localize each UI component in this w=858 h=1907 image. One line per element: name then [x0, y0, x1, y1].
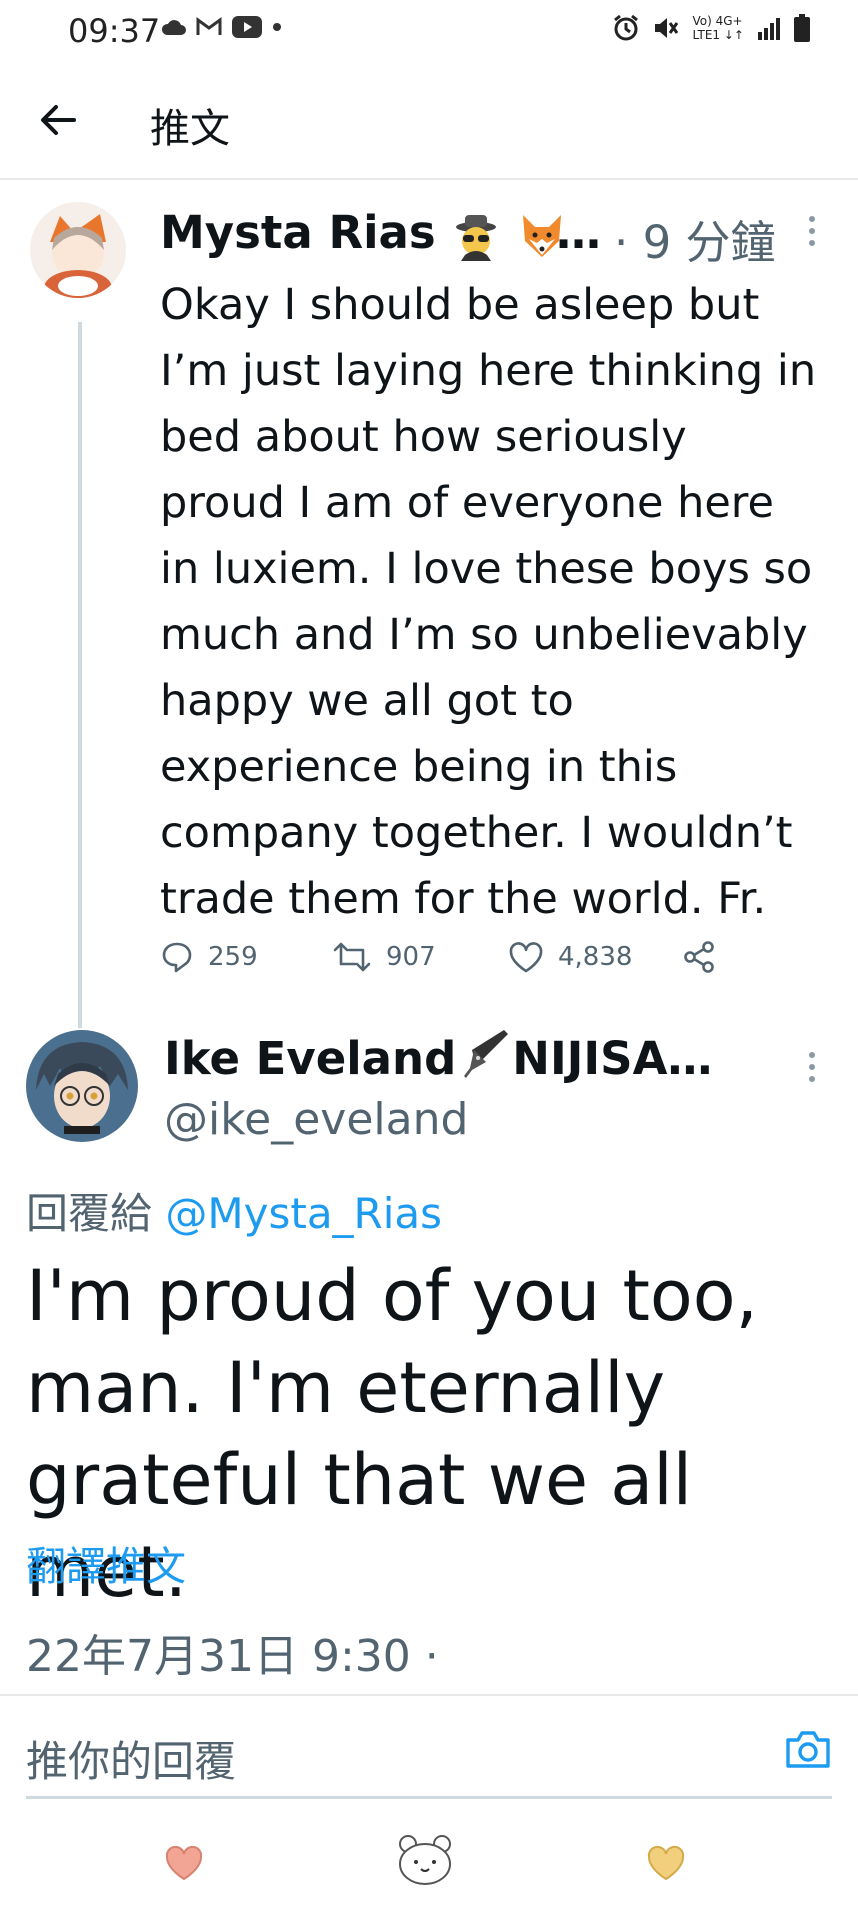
- mute-icon: [655, 18, 679, 38]
- thread-line: [78, 322, 82, 1028]
- retweet-count: 907: [386, 942, 436, 972]
- avatar-mysta[interactable]: [30, 202, 126, 298]
- top-app-bar: 推文: [0, 66, 858, 180]
- tweet-line: in luxiem. I love these boys so: [160, 544, 813, 594]
- avatar-ike[interactable]: [26, 1030, 138, 1142]
- arrow-left-icon: [41, 105, 76, 135]
- notification-icons: [160, 16, 282, 38]
- bottom-emoji-bar: [0, 1820, 858, 1907]
- author-handle[interactable]: @ike_eveland: [164, 1094, 468, 1145]
- retweet-button[interactable]: 907: [332, 940, 436, 974]
- gmail-icon: [196, 17, 222, 35]
- tweet-line: proud I am of everyone here: [160, 478, 774, 528]
- signal-icon: [758, 18, 780, 40]
- yellow-heart-icon: [647, 1845, 685, 1881]
- tweet-line: I’m just laying here thinking in: [160, 346, 817, 396]
- camera-icon: [786, 1731, 830, 1768]
- author-name[interactable]: Mysta Rias: [160, 206, 567, 261]
- like-button[interactable]: 4,838: [508, 940, 632, 974]
- detective-emoji-icon: [456, 215, 497, 261]
- status-bar: 09:37 Vo) 4G+ LTE1 ↓↑: [0, 0, 858, 66]
- tweet-line: happy we all got to: [160, 676, 574, 726]
- bear-face-icon: [399, 1835, 451, 1885]
- replying-to: 回覆給 @Mysta_Rias: [26, 1189, 443, 1238]
- divider: [0, 1694, 858, 1696]
- cloud-icon: [161, 20, 186, 35]
- more-vertical-icon: [809, 216, 815, 246]
- fountain-pen-icon: [464, 1030, 509, 1078]
- name-ellipsis: …: [556, 206, 601, 259]
- reply-button[interactable]: 259: [160, 940, 258, 974]
- alarm-icon: [614, 14, 639, 41]
- like-count: 4,838: [558, 942, 633, 972]
- youtube-icon: [232, 16, 262, 38]
- tweet-line: experience being in this: [160, 742, 678, 792]
- tweet-line: man. I'm eternally: [26, 1347, 665, 1429]
- heart-outline-icon: [509, 942, 543, 973]
- tweet-datetime: 22年7月31日 9:30 ·: [26, 1631, 439, 1682]
- tweet-line: company together. I wouldn’t: [160, 808, 793, 858]
- mention-link[interactable]: @Mysta_Rias: [165, 1189, 442, 1238]
- tweet-line: I'm proud of you too,: [26, 1255, 758, 1337]
- tweet-line: much and I’m so unbelievably: [160, 610, 808, 660]
- battery-icon: [794, 14, 810, 42]
- pink-heart-icon: [165, 1845, 203, 1881]
- tweet-text: Okay I should be asleep but I’m just lay…: [160, 272, 840, 932]
- more-options-button[interactable]: [806, 214, 818, 252]
- status-time: 09:37: [68, 12, 161, 50]
- more-vertical-icon: [809, 1052, 815, 1082]
- reply-input-underline: [26, 1796, 832, 1799]
- back-button[interactable]: [36, 98, 80, 146]
- share-icon: [684, 941, 714, 973]
- camera-button[interactable]: [784, 1728, 832, 1774]
- translate-tweet-link[interactable]: 翻譯推文: [26, 1534, 186, 1592]
- share-button[interactable]: [682, 940, 716, 974]
- retweet-icon: [333, 942, 371, 972]
- tweet-line: trade them for the world. Fr.: [160, 874, 767, 924]
- tweet-line: bed about how seriously: [160, 412, 687, 462]
- reply-input[interactable]: 推你的回覆: [26, 1728, 236, 1789]
- dot-icon: [273, 23, 281, 31]
- network-label: Vo) 4G+ LTE1 ↓↑: [692, 14, 744, 42]
- page-title: 推文: [150, 106, 230, 152]
- reply-icon: [162, 942, 192, 973]
- more-options-button[interactable]: [806, 1050, 818, 1088]
- author-name[interactable]: Ike Eveland NIJISA…: [164, 1024, 712, 1085]
- tweet-line: Okay I should be asleep but: [160, 280, 760, 330]
- tweet-actions: 259 907 4,838: [160, 940, 760, 988]
- reply-count: 259: [208, 942, 258, 972]
- tweet-timestamp[interactable]: · 9 分鐘: [614, 206, 776, 271]
- system-icons: Vo) 4G+ LTE1 ↓↑: [612, 14, 810, 42]
